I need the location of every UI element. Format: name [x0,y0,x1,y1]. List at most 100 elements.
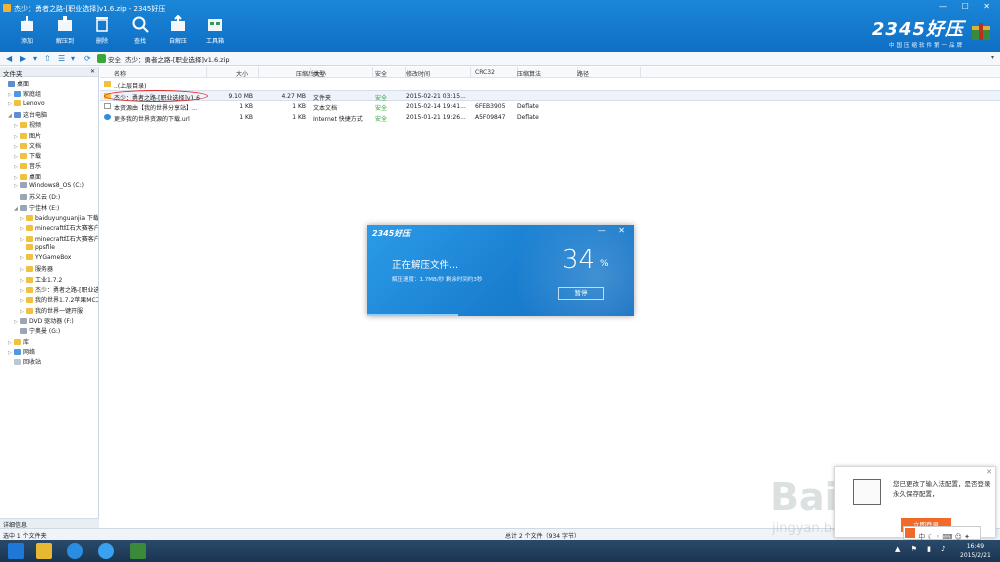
taskbar: ▲ ⚑ ▮ ♪ 16:49 2015/2/21 [0,540,1000,562]
dialog-controls[interactable]: — ✕ [598,226,630,235]
tree-item[interactable]: ▷ 图片 [14,131,41,141]
app-icon [3,4,11,12]
forward-icon[interactable]: ▶ [20,54,26,63]
ie-icon[interactable] [67,543,83,559]
tree-item[interactable]: 回收站 [8,357,41,367]
safe-label: 安全 [108,56,121,64]
dialog-brand: 2345好压 [372,229,411,238]
folder-icon [26,214,33,221]
tree-item-label: 回收站 [23,359,42,367]
extract-button[interactable]: 解压到 [50,15,80,49]
folder-icon [26,287,33,293]
column-header[interactable]: 压缩算法 [517,69,541,78]
tree-item[interactable]: ▷ 我的世界一键开服 [20,306,83,316]
up-folder-icon[interactable]: ⇧ [44,54,51,63]
tree-item[interactable]: ▷ DVD 驱动器 (F:) [14,316,74,326]
close-icon[interactable]: ✕ [986,468,992,476]
2345-haoya-taskbar-icon[interactable] [130,543,146,559]
tree-item[interactable]: ▷ baiduyunguanjia 下载文 [20,213,98,223]
details-panel-toggle[interactable]: 详细信息 [0,518,99,529]
tree-item[interactable]: ▷ YYGameBox [20,254,71,264]
column-separator[interactable] [206,67,207,78]
tree-item[interactable]: ▷ 我的世界1.7.2苹果MC工 [20,295,98,305]
file-explorer-icon[interactable] [36,543,52,559]
tree-item[interactable]: ▷ 服务器 [20,264,53,274]
tree-item[interactable]: ◢ 宁佳林 (E:) [14,203,59,213]
column-separator[interactable] [258,67,259,78]
column-header[interactable]: 大小 [236,69,248,78]
tree-item-label: minecraft红石大赛客户 [35,225,99,233]
address-dropdown-icon[interactable]: ▾ [991,54,994,61]
column-separator[interactable] [310,67,311,78]
tree-item[interactable]: ▷ 家庭组 [8,89,41,99]
file-row[interactable]: 更多我的世界资源的下载.url 1 KB 1 KB Internet 快捷方式 安全 20… [100,112,1000,123]
window-controls[interactable]: — ☐ ✕ [939,2,996,11]
tree-item[interactable]: ▷ 视频 [14,120,41,130]
search-button[interactable]: 查找 [125,15,155,49]
tree-item[interactable]: ▷ 库 [8,337,29,347]
refresh-icon[interactable]: ⟳ [84,54,91,63]
tree-item[interactable]: ppsfile [20,243,55,254]
tree-item[interactable]: 桌面 [2,79,29,89]
app-header: 杰少：勇者之路-[职业选择]v1.6.zip - 2345好压 — ☐ ✕ 添加… [0,0,1000,52]
tree-item[interactable]: ▷ 桌面 [14,172,41,182]
delete-button[interactable]: 删除 [87,15,117,49]
column-header[interactable]: 类型 [313,69,325,78]
column-header[interactable]: 路径 [577,69,589,78]
view-icon[interactable]: ☰ [58,54,65,63]
address-path[interactable]: 杰少：勇者之路-[职业选择]v1.6.zip [125,54,230,64]
toolbox-button[interactable]: 工具箱 [200,15,230,49]
folder-icon [26,297,33,304]
close-icon[interactable]: ✕ [90,68,95,75]
column-header[interactable]: CRC32 [475,69,495,76]
clock[interactable]: 16:49 2015/2/21 [960,542,991,560]
tree-item[interactable]: ▷ minecraft红石大赛客户 [20,234,98,244]
back-icon[interactable]: ◀ [6,54,12,63]
column-header[interactable]: 安全 [375,69,387,78]
tree-item[interactable]: ◢ 这台电脑 [8,110,47,120]
tree-item[interactable]: 宁奥曼 (G:) [14,326,60,336]
file-row[interactable]: ..(上层目录) [100,79,1000,90]
file-row[interactable]: 杰少：勇者之路-[职业选择]v1.6 9.10 MB 4.27 MB 文件夹 安全 201… [100,90,1000,102]
tree-item[interactable]: ▷ 杰少：勇者之路-[职业选 [20,285,98,295]
tree-item-label: 桌面 [17,81,30,88]
add-button[interactable]: 添加 [12,15,42,49]
cell-safe: 安全 [375,116,388,123]
folder-icon [20,163,27,170]
tree-item[interactable]: ▷ 下载 [14,151,41,161]
column-header[interactable]: 名称 [114,69,126,78]
tree-item-label: 视频 [29,122,42,130]
tree-item-label: Windows8_OS (C:) [29,182,84,189]
column-separator[interactable] [640,67,641,78]
system-tray[interactable]: ▲ ⚑ ▮ ♪ [895,545,950,553]
tree-item[interactable]: ▷ 文档 [14,141,41,151]
tree-item[interactable]: ▷ minecraft红石大赛客户 [20,223,99,233]
app-taskbar-icon[interactable] [98,543,114,559]
folder-icon [26,235,33,242]
tree-item[interactable]: ▷ 工业1.7.2 [20,275,62,285]
view-dropdown-icon[interactable]: ▾ [71,54,75,63]
tree-item[interactable]: ▷ 音乐 [14,161,41,171]
tree-item-label: 苏义云 (D:) [29,194,61,202]
input-method-bar[interactable]: 中 ☾ ◦ ⌨ ☺ ✦ [903,526,981,541]
tree-item[interactable]: 苏义云 (D:) [14,192,60,202]
tree-item[interactable]: ▷ Windows8_OS (C:) [14,182,84,192]
self-extract-button[interactable]: 自解压 [163,15,193,49]
dropdown-icon[interactable]: ▾ [33,54,37,63]
column-separator[interactable] [372,67,373,78]
pause-button[interactable]: 暂停 [558,287,604,300]
cell-size: 1 KB [239,114,253,121]
drive-icon [20,317,27,324]
tree-item[interactable]: ▷ 网络 [8,347,35,357]
column-header[interactable]: 修改时间 [406,69,430,78]
start-icon[interactable] [8,543,24,559]
ime-tools-icon: 中 ☾ ◦ ⌨ ☺ ✦ [918,533,971,541]
column-separator[interactable] [470,67,471,78]
tree-item-label: 工业1.7.2 [35,276,63,284]
tree-item-label: 图片 [29,132,42,140]
tree-item[interactable]: ▷ Lenovo [8,99,45,110]
tree-item-label: ppsfile [35,243,55,251]
file-row[interactable]: 本资源由【我的世界分享站】... 1 KB 1 KB 文本文档 安全 2015-02-14… [100,101,1000,112]
folder-tree: 文件夹 ✕ 桌面 ▷ 家庭组 ▷ Lenovo ◢ 这台电脑 ▷ 视频 ▷ 图片 ▷ 文档 ▷ 下载 ▷ 音乐 ▷… [0,67,99,518]
tree-item-label: 宁奥曼 (G:) [29,328,61,336]
